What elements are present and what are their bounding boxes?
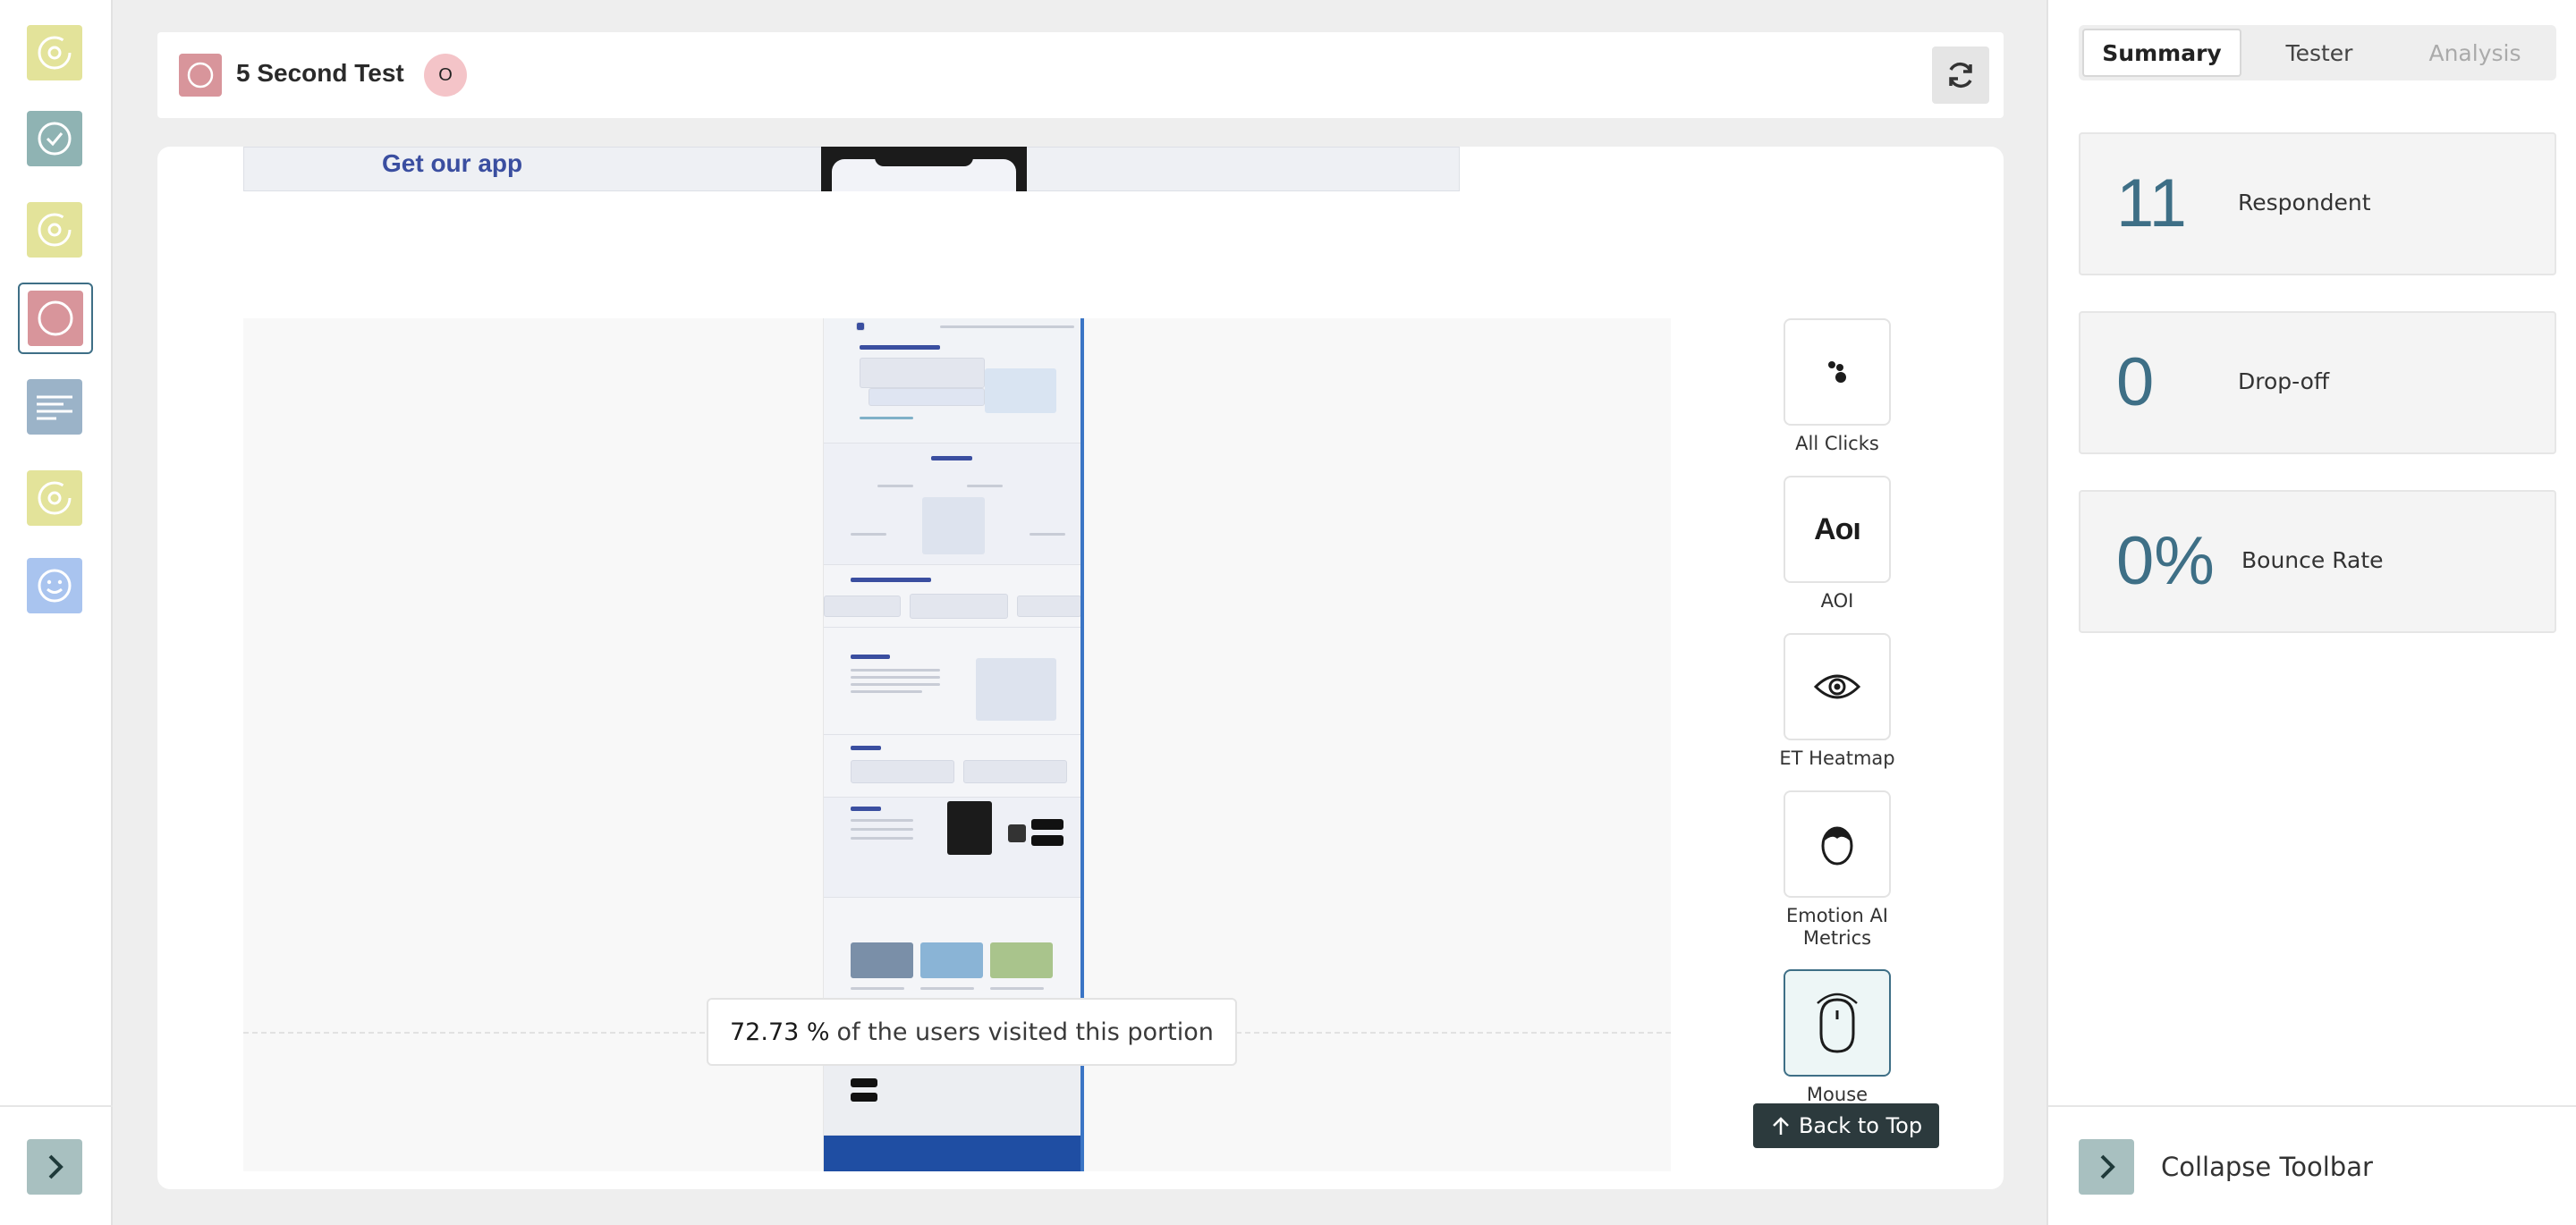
tab-summary[interactable]: Summary (2082, 29, 2241, 77)
collapse-toolbar-button[interactable] (2079, 1139, 2134, 1195)
test-header: 5 Second Test O (157, 32, 2004, 118)
emotion-ai-button[interactable] (1784, 790, 1891, 898)
chevron-right-icon (48, 1154, 64, 1179)
chevron-right-icon (2100, 1154, 2115, 1179)
rail-item-check[interactable] (27, 111, 82, 166)
back-to-top-label: Back to Top (1798, 1113, 1923, 1138)
all-clicks-label: All Clicks (1795, 433, 1879, 454)
target-icon (38, 213, 72, 247)
rail-item-target-2[interactable] (27, 202, 82, 258)
page-title: 5 Second Test (236, 59, 404, 87)
aoi-label: AOI (1820, 590, 1854, 612)
toolbar-divider (2048, 1105, 2576, 1107)
left-rail (0, 0, 113, 1225)
visit-tooltip: 72.73 % of the users visited this portio… (707, 998, 1237, 1066)
all-clicks-button[interactable] (1784, 318, 1891, 426)
page-section-hero (824, 318, 1080, 444)
page-section-about (824, 628, 1080, 735)
stat-value: 11 (2116, 165, 2187, 241)
aoi-text-icon: Aoı (1814, 511, 1861, 546)
eye-icon (1813, 674, 1861, 699)
circle-icon (187, 62, 214, 89)
stat-label: Respondent (2238, 190, 2371, 215)
preview-panel: Get our app 72.73 % of the users visited… (157, 147, 2004, 1189)
rail-item-target-1[interactable] (27, 25, 82, 80)
expand-rail-button[interactable] (27, 1139, 82, 1195)
face-icon (1821, 826, 1853, 866)
visit-percent: 72.73 % (730, 1018, 830, 1046)
tab-analysis: Analysis (2428, 39, 2521, 66)
stat-bounce-rate: 0% Bounce Rate (2079, 490, 2556, 633)
check-circle-icon (38, 122, 72, 156)
text-lines-icon (37, 395, 72, 420)
stat-value: 0 (2116, 344, 2155, 420)
rail-item-text[interactable] (27, 379, 82, 435)
stat-label: Drop-off (2238, 368, 2330, 394)
heatmap-canvas: 72.73 % of the users visited this portio… (243, 318, 1671, 1171)
phone-notch (875, 150, 973, 166)
et-heatmap-label: ET Heatmap (1779, 748, 1895, 769)
dots-icon (1828, 361, 1846, 383)
stat-respondent: 11 Respondent (2079, 132, 2556, 275)
rail-item-active-bg (28, 291, 83, 346)
page-footer-bar (824, 1136, 1080, 1171)
mouse-icon (1817, 993, 1858, 1053)
circle-icon (38, 300, 73, 336)
target-icon (38, 481, 72, 515)
stat-label: Bounce Rate (2241, 547, 2384, 573)
target-icon (38, 36, 72, 70)
strip-heading: Get our app (382, 149, 523, 177)
page-section-news (824, 735, 1080, 798)
rail-item-smiley[interactable] (27, 558, 82, 613)
rail-divider (0, 1105, 113, 1107)
refresh-button[interactable] (1932, 46, 1989, 104)
aoi-button[interactable]: Aoı (1784, 476, 1891, 583)
stat-value: 0% (2116, 523, 2215, 599)
visit-text: of the users visited this portion (836, 1018, 1214, 1046)
page-section-app (824, 798, 1080, 898)
et-heatmap-button[interactable] (1784, 633, 1891, 740)
page-section-customers (824, 565, 1080, 628)
right-toolbar: Summary Tester Analysis 11 Respondent 0 … (2046, 0, 2576, 1225)
mouse-button[interactable] (1784, 969, 1891, 1077)
test-type-icon (179, 54, 222, 97)
smiley-icon (38, 569, 72, 603)
status-badge: O (424, 54, 467, 97)
back-to-top-button[interactable]: Back to Top (1753, 1103, 1939, 1148)
tab-tester[interactable]: Tester (2241, 29, 2397, 77)
phone-image (821, 147, 1027, 191)
emotion-ai-label: Emotion AI Metrics (1785, 905, 1889, 949)
stat-drop-off: 0 Drop-off (2079, 311, 2556, 454)
refresh-icon (1949, 62, 1972, 89)
tabs: Summary Tester Analysis (2079, 25, 2556, 80)
page-section-why (824, 444, 1080, 565)
rail-item-target-3[interactable] (27, 470, 82, 526)
rail-item-five-second-test[interactable] (18, 283, 93, 354)
arrow-up-icon (1773, 1117, 1789, 1135)
collapse-toolbar-label[interactable]: Collapse Toolbar (2161, 1152, 2373, 1182)
